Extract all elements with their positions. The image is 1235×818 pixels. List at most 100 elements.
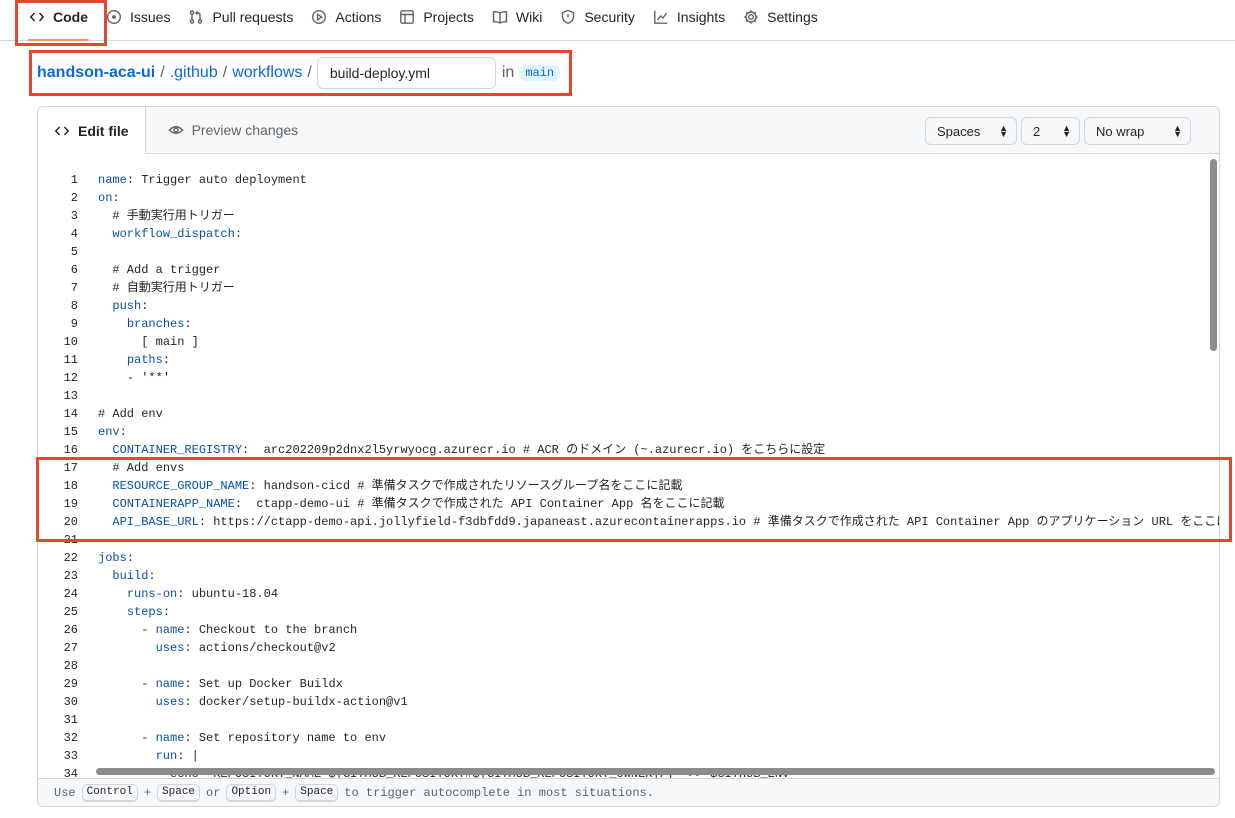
tab-code[interactable]: Code — [20, 0, 97, 41]
line-content: uses: docker/setup-buildx-action@v1 — [78, 693, 408, 711]
yaml-value: : — [162, 353, 171, 367]
tab-pull-requests[interactable]: Pull requests — [179, 0, 302, 34]
line-content: push: — [78, 297, 148, 315]
tab-wiki[interactable]: Wiki — [483, 0, 551, 34]
code-line[interactable]: 17 # Add envs — [38, 459, 1219, 477]
repo-nav: Code Issues Pull requests Actions Projec… — [0, 0, 1235, 41]
book-icon — [492, 10, 508, 24]
code-line[interactable]: 18 RESOURCE_GROUP_NAME: handson-cicd # 準… — [38, 477, 1219, 495]
vertical-scrollbar[interactable] — [1210, 159, 1217, 351]
horizontal-scrollbar[interactable] — [96, 768, 1215, 775]
code-line[interactable]: 5 — [38, 243, 1219, 261]
code-line[interactable]: 11 paths: — [38, 351, 1219, 369]
eye-icon — [167, 126, 184, 134]
code-line[interactable]: 3 # 手動実行用トリガー — [38, 207, 1219, 225]
yaml-value: : arc202209p2dnx2l5yrwyocg.azurecr.io # … — [242, 443, 826, 457]
code-line[interactable]: 23 build: — [38, 567, 1219, 585]
code-line[interactable]: 32 - name: Set repository name to env — [38, 729, 1219, 747]
line-content: # 手動実行用トリガー — [78, 207, 234, 225]
indent-size-select[interactable]: 2 ▲ ▼ — [1021, 117, 1080, 145]
select-caret-icon: ▲ ▼ — [1062, 123, 1071, 139]
code-editor[interactable]: 1 name: Trigger auto deployment 2 on: 3 # 手動… — [38, 155, 1219, 780]
code-line[interactable]: 29 - name: Set up Docker Buildx — [38, 675, 1219, 693]
line-content: workflow_dispatch: — [78, 225, 242, 243]
tab-actions[interactable]: Actions — [302, 0, 390, 34]
code-line[interactable]: 25 steps: — [38, 603, 1219, 621]
line-indent: - — [98, 677, 156, 691]
line-number: 28 — [63, 659, 78, 673]
filename-input[interactable] — [316, 57, 496, 89]
line-content — [78, 657, 98, 675]
yaml-key: env — [98, 425, 120, 439]
code-line[interactable]: 24 runs-on: ubuntu-18.04 — [38, 585, 1219, 603]
code-line[interactable]: 27 uses: actions/checkout@v2 — [38, 639, 1219, 657]
tab-projects[interactable]: Projects — [390, 0, 483, 34]
code-line[interactable]: 33 run: | — [38, 747, 1219, 765]
yaml-value: # Add envs — [112, 461, 185, 475]
code-line[interactable]: 12 - '**' — [38, 369, 1219, 387]
code-line[interactable]: 7 # 自動実行用トリガー — [38, 279, 1219, 297]
code-line[interactable]: 22 jobs: — [38, 549, 1219, 567]
line-number: 10 — [63, 335, 78, 349]
yaml-key: push — [112, 299, 142, 313]
line-content: API_BASE_URL: https://ctapp-demo-api.jol… — [78, 513, 1219, 531]
tab-security[interactable]: Security — [551, 0, 644, 34]
line-number: 30 — [63, 695, 78, 709]
code-line[interactable]: 10 [ main ] — [38, 333, 1219, 351]
indent-mode-select[interactable]: Spaces ▲ ▼ — [925, 117, 1017, 145]
code-line[interactable]: 15 env: — [38, 423, 1219, 441]
code-line[interactable]: 14 # Add env — [38, 405, 1219, 423]
tab-settings[interactable]: Settings — [734, 0, 827, 34]
code-line[interactable]: 21 — [38, 531, 1219, 549]
yaml-value: : docker/setup-buildx-action@v1 — [184, 695, 408, 709]
code-line[interactable]: 26 - name: Checkout to the branch — [38, 621, 1219, 639]
tab-insights[interactable]: Insights — [644, 0, 734, 34]
wrap-mode-select[interactable]: No wrap ▲ ▼ — [1084, 117, 1191, 145]
line-content: - '**' — [78, 369, 170, 387]
breadcrumb-github-dir-link[interactable]: .github — [170, 64, 218, 82]
tab-edit-file[interactable]: Edit file — [38, 107, 146, 154]
yaml-value: : — [126, 551, 135, 565]
line-number: 22 — [63, 551, 78, 565]
yaml-key: name — [155, 731, 185, 745]
code-line[interactable]: 6 # Add a trigger — [38, 261, 1219, 279]
code-line[interactable]: 30 uses: docker/setup-buildx-action@v1 — [38, 693, 1219, 711]
code-line[interactable]: 9 branches: — [38, 315, 1219, 333]
wrap-mode-value: No wrap — [1096, 123, 1145, 139]
code-line[interactable]: 19 CONTAINERAPP_NAME: ctapp-demo-ui # 準備… — [38, 495, 1219, 513]
code-line[interactable]: 1 name: Trigger auto deployment — [38, 171, 1219, 189]
code-line[interactable]: 2 on: — [38, 189, 1219, 207]
code-line[interactable]: 20 API_BASE_URL: https://ctapp-demo-api.… — [38, 513, 1219, 531]
line-content: # 自動実行用トリガー — [78, 279, 234, 297]
line-number: 15 — [63, 425, 78, 439]
yaml-value: : | — [177, 749, 199, 763]
line-number: 5 — [70, 245, 78, 259]
code-line[interactable]: 16 CONTAINER_REGISTRY: arc202209p2dnx2l5… — [38, 441, 1219, 459]
tab-code-label: Code — [53, 9, 88, 25]
yaml-value: : Checkout to the branch — [184, 623, 358, 637]
code-line[interactable]: 13 — [38, 387, 1219, 405]
breadcrumb-repo-link[interactable]: handson-aca-ui — [37, 64, 155, 82]
tab-issues[interactable]: Issues — [97, 0, 179, 34]
line-number: 14 — [63, 407, 78, 421]
code-line[interactable]: 8 push: — [38, 297, 1219, 315]
yaml-value: : — [184, 317, 192, 331]
line-content: env: — [78, 423, 127, 441]
line-indent: - — [98, 731, 156, 745]
line-content: - name: Set repository name to env — [78, 729, 386, 747]
tab-preview-changes[interactable]: Preview changes — [146, 107, 315, 153]
line-content: - name: Set up Docker Buildx — [78, 675, 343, 693]
code-line[interactable]: 28 — [38, 657, 1219, 675]
breadcrumb-workflows-dir-link[interactable]: workflows — [232, 64, 302, 82]
code-line[interactable]: 31 — [38, 711, 1219, 729]
select-caret-icon: ▲ ▼ — [1173, 123, 1182, 139]
code-line[interactable]: 4 workflow_dispatch: — [38, 225, 1219, 243]
line-content: branches: — [78, 315, 192, 333]
